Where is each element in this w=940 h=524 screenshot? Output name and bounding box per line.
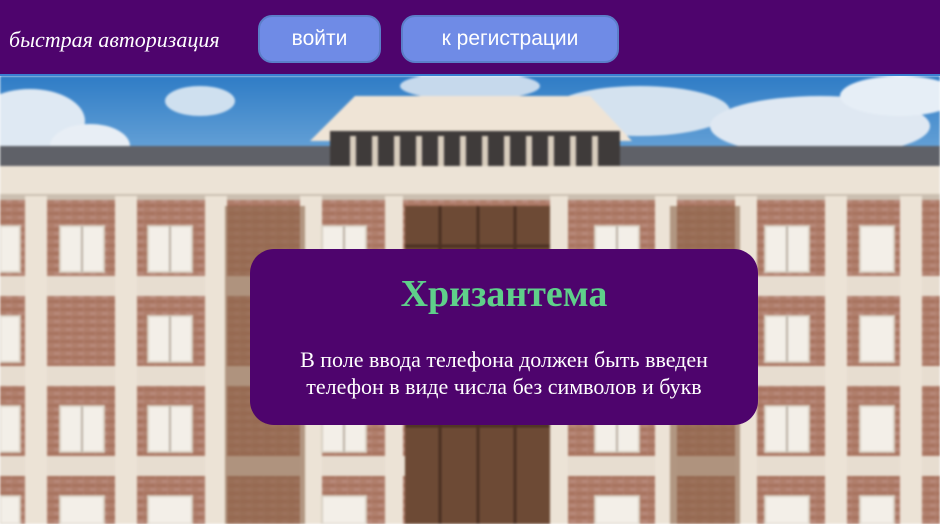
top-navigation-bar: быстрая авторизация войти к регистрации [0,0,940,74]
info-card: Хризантема В поле ввода телефона должен … [250,249,758,425]
login-button[interactable]: войти [258,15,381,63]
phone-validation-message: В поле ввода телефона должен быть введен… [300,347,708,399]
card-title: Хризантема [400,273,608,315]
to-registration-button[interactable]: к регистрации [401,15,619,63]
header-divider [0,74,940,76]
quick-auth-label[interactable]: быстрая авторизация [9,27,220,53]
